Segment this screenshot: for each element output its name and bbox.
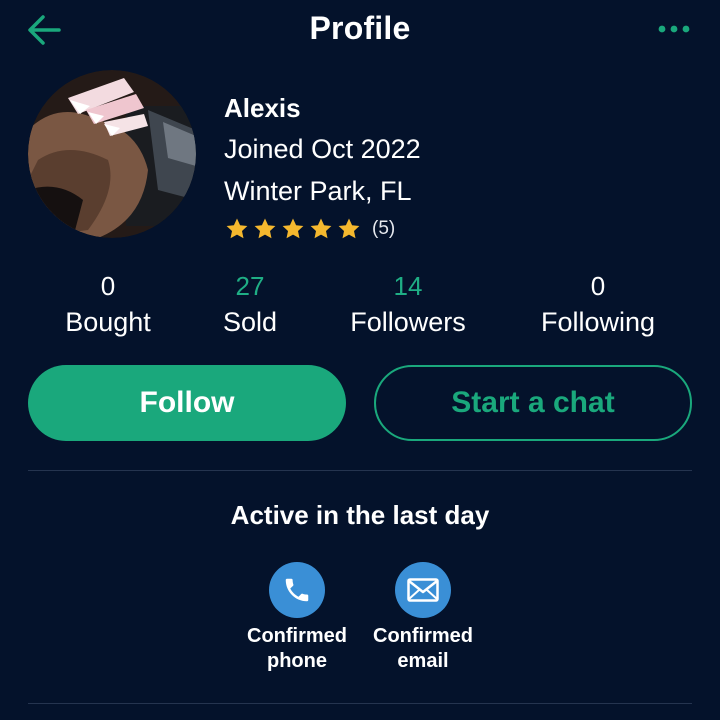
stat-following[interactable]: 0 Following (541, 268, 655, 340)
email-badge (395, 562, 451, 618)
start-chat-button[interactable]: Start a chat (374, 365, 692, 441)
stat-sold[interactable]: 27 Sold (223, 268, 277, 340)
star-rating (224, 217, 364, 241)
stats-row: 0 Bought 27 Sold 14 Followers 0 Followin… (0, 268, 720, 348)
divider (28, 470, 692, 471)
verification-email-line2: email (397, 650, 449, 672)
stat-following-label: Following (540, 307, 656, 337)
verification-email-line1: Confirmed (373, 625, 473, 647)
profile-info: Alexis Joined Oct 2022 Winter Park, FL (… (224, 88, 421, 244)
verification-phone-line1: Confirmed (247, 625, 347, 647)
stat-followers[interactable]: 14 Followers (350, 268, 466, 340)
envelope-icon (407, 578, 439, 602)
follow-button[interactable]: Follow (28, 365, 346, 441)
page-title: Profile (309, 10, 411, 46)
stat-following-value: 0 (590, 271, 606, 301)
stat-bought[interactable]: 0 Bought (65, 268, 151, 340)
phone-badge (269, 562, 325, 618)
avatar[interactable] (28, 70, 196, 238)
rating-count: (5) (372, 218, 396, 239)
stat-sold-label: Sold (222, 307, 278, 337)
more-options-button[interactable] (652, 14, 696, 44)
star-icon (338, 218, 360, 239)
rating[interactable]: (5) (224, 214, 421, 244)
star-icon (282, 218, 304, 239)
stat-followers-label: Followers (350, 307, 466, 337)
stat-bought-value: 0 (100, 271, 116, 301)
activity-status: Active in the last day (230, 500, 490, 530)
location: Winter Park, FL (224, 176, 412, 206)
star-icon (226, 218, 248, 239)
verification-phone-line2: phone (267, 650, 327, 672)
stat-bought-label: Bought (65, 307, 151, 337)
divider (28, 703, 692, 704)
avatar-photo (28, 70, 196, 238)
verification-phone: Confirmed phone (227, 562, 367, 674)
top-bar: Profile (0, 0, 720, 64)
stat-sold-value: 27 (235, 271, 265, 301)
phone-icon (285, 578, 309, 602)
verification-phone-label: Confirmed phone (227, 624, 367, 674)
user-name: Alexis (224, 93, 301, 123)
verification-email-label: Confirmed email (353, 624, 493, 674)
join-date: Joined Oct 2022 (224, 134, 421, 164)
more-horizontal-icon (658, 25, 690, 33)
stat-followers-value: 14 (393, 271, 423, 301)
star-icon (310, 218, 332, 239)
star-icon (254, 218, 276, 239)
verification-email: Confirmed email (353, 562, 493, 674)
